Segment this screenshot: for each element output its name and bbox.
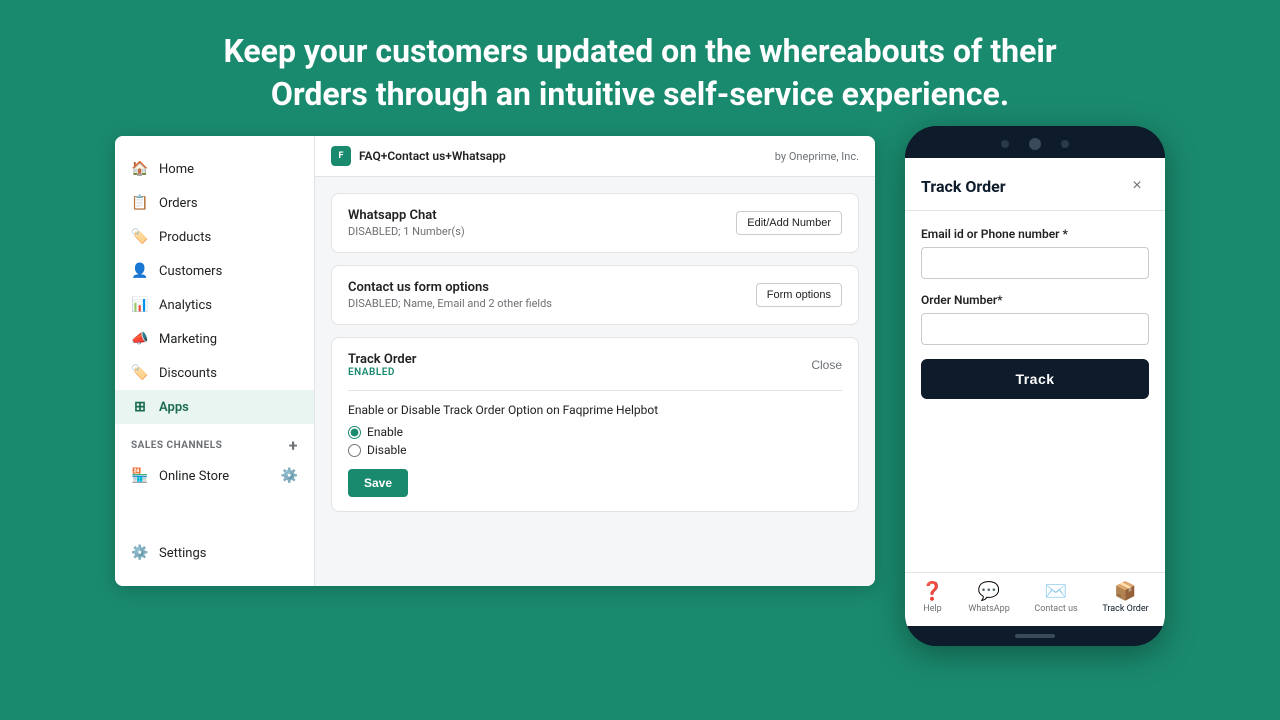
sidebar-item-discounts[interactable]: 🏷️ Discounts bbox=[115, 356, 314, 390]
app-header-bar: F FAQ+Contact us+Whatsapp by Oneprime, I… bbox=[315, 136, 875, 177]
nav-item-whatsapp[interactable]: 💬 WhatsApp bbox=[968, 581, 1009, 614]
products-icon: 🏷️ bbox=[131, 228, 149, 246]
form-options-button[interactable]: Form options bbox=[756, 283, 842, 307]
home-icon: 🏠 bbox=[131, 160, 149, 178]
sidebar-item-orders[interactable]: 📋 Orders bbox=[115, 186, 314, 220]
whatsapp-card-title: Whatsapp Chat bbox=[348, 208, 465, 223]
track-modal-close-button[interactable]: × bbox=[1125, 174, 1149, 198]
phone-camera bbox=[1029, 138, 1041, 150]
contact-card-subtitle: DISABLED; Name, Email and 2 other fields bbox=[348, 297, 552, 310]
track-enable-disable-group: Enable Disable bbox=[348, 425, 842, 457]
cards-area: Whatsapp Chat DISABLED; 1 Number(s) Edit… bbox=[315, 177, 875, 528]
home-indicator bbox=[1015, 634, 1055, 638]
sidebar-item-marketing[interactable]: 📣 Marketing bbox=[115, 322, 314, 356]
email-field-label: Email id or Phone number * bbox=[921, 227, 1149, 241]
hero-section: Keep your customers updated on the where… bbox=[0, 0, 1280, 136]
order-number-label: Order Number* bbox=[921, 293, 1149, 307]
settings-icon: ⚙️ bbox=[131, 544, 149, 562]
app-header-left: F FAQ+Contact us+Whatsapp bbox=[331, 146, 506, 166]
whatsapp-card-subtitle: DISABLED; 1 Number(s) bbox=[348, 225, 465, 238]
disable-radio[interactable] bbox=[348, 444, 361, 457]
phone-mockup: Track Order × Email id or Phone number *… bbox=[905, 126, 1165, 646]
app-logo: F bbox=[331, 146, 351, 166]
sidebar-item-home[interactable]: 🏠 Home bbox=[115, 152, 314, 186]
save-button[interactable]: Save bbox=[348, 469, 408, 497]
sidebar-item-customers[interactable]: 👤 Customers bbox=[115, 254, 314, 288]
contact-card-header: Contact us form options DISABLED; Name, … bbox=[348, 280, 842, 310]
sidebar-item-apps[interactable]: ⊞ Apps bbox=[115, 390, 314, 424]
app-author: by Oneprime, Inc. bbox=[775, 150, 859, 163]
nav-item-track[interactable]: 📦 Track Order bbox=[1102, 581, 1148, 614]
track-order-close-button[interactable]: Close bbox=[811, 358, 842, 372]
email-input[interactable] bbox=[921, 247, 1149, 279]
online-store-icon: 🏪 bbox=[131, 467, 149, 485]
phone-home-indicator-bar bbox=[905, 626, 1165, 646]
sidebar-item-products[interactable]: 🏷️ Products bbox=[115, 220, 314, 254]
track-submit-button[interactable]: Track bbox=[921, 359, 1149, 399]
order-number-input[interactable] bbox=[921, 313, 1149, 345]
add-sales-channel-icon[interactable]: + bbox=[289, 436, 298, 455]
phone-dot-right bbox=[1061, 140, 1069, 148]
track-order-card-title: Track Order bbox=[348, 352, 416, 367]
analytics-icon: 📊 bbox=[131, 296, 149, 314]
contact-label: Contact us bbox=[1034, 604, 1077, 614]
enable-label: Enable bbox=[367, 425, 403, 439]
sidebar-item-settings[interactable]: ⚙️ Settings bbox=[115, 536, 314, 570]
hero-line2: Orders through an intuitive self-service… bbox=[271, 75, 1009, 113]
sidebar-item-online-store[interactable]: 🏪 Online Store ⚙️ bbox=[115, 459, 314, 493]
whatsapp-card-header: Whatsapp Chat DISABLED; 1 Number(s) Edit… bbox=[348, 208, 842, 238]
track-icon: 📦 bbox=[1114, 581, 1136, 602]
track-modal-header: Track Order × bbox=[905, 158, 1165, 211]
disable-label: Disable bbox=[367, 443, 407, 457]
apps-icon: ⊞ bbox=[131, 398, 149, 416]
whatsapp-card: Whatsapp Chat DISABLED; 1 Number(s) Edit… bbox=[331, 193, 859, 253]
edit-add-number-button[interactable]: Edit/Add Number bbox=[736, 211, 842, 235]
track-modal-body: Email id or Phone number * Order Number*… bbox=[905, 211, 1165, 572]
contact-card: Contact us form options DISABLED; Name, … bbox=[331, 265, 859, 325]
help-label: Help bbox=[923, 604, 941, 614]
main-content: F FAQ+Contact us+Whatsapp by Oneprime, I… bbox=[315, 136, 875, 586]
customers-icon: 👤 bbox=[131, 262, 149, 280]
whatsapp-icon: 💬 bbox=[978, 581, 1000, 602]
sales-channels-label: SALES CHANNELS + bbox=[115, 424, 314, 459]
phone-top-bar bbox=[905, 126, 1165, 158]
content-area: 🏠 Home 📋 Orders 🏷️ Products 👤 Customers … bbox=[0, 136, 1280, 646]
admin-panel: 🏠 Home 📋 Orders 🏷️ Products 👤 Customers … bbox=[115, 136, 875, 586]
track-modal-title: Track Order bbox=[921, 177, 1006, 196]
online-store-settings-icon[interactable]: ⚙️ bbox=[281, 468, 298, 484]
nav-item-help[interactable]: ❓ Help bbox=[921, 581, 943, 614]
enable-radio[interactable] bbox=[348, 426, 361, 439]
track-order-card-body: Enable or Disable Track Order Option on … bbox=[348, 390, 842, 497]
track-order-status: ENABLED bbox=[348, 367, 416, 378]
help-icon: ❓ bbox=[921, 581, 943, 602]
track-order-card-header: Track Order ENABLED Close bbox=[348, 352, 842, 378]
phone-bottom-nav: ❓ Help 💬 WhatsApp ✉️ Contact us 📦 Track … bbox=[905, 572, 1165, 626]
discounts-icon: 🏷️ bbox=[131, 364, 149, 382]
disable-radio-label[interactable]: Disable bbox=[348, 443, 842, 457]
sidebar: 🏠 Home 📋 Orders 🏷️ Products 👤 Customers … bbox=[115, 136, 315, 586]
hero-line1: Keep your customers updated on the where… bbox=[223, 32, 1056, 70]
track-option-description: Enable or Disable Track Order Option on … bbox=[348, 403, 842, 417]
contact-icon: ✉️ bbox=[1045, 581, 1067, 602]
app-name: FAQ+Contact us+Whatsapp bbox=[359, 149, 506, 163]
sidebar-item-analytics[interactable]: 📊 Analytics bbox=[115, 288, 314, 322]
track-order-card: Track Order ENABLED Close Enable or Disa… bbox=[331, 337, 859, 512]
phone-screen: Track Order × Email id or Phone number *… bbox=[905, 158, 1165, 626]
enable-radio-label[interactable]: Enable bbox=[348, 425, 842, 439]
nav-item-contact[interactable]: ✉️ Contact us bbox=[1034, 581, 1077, 614]
whatsapp-label: WhatsApp bbox=[968, 604, 1009, 614]
contact-card-title: Contact us form options bbox=[348, 280, 552, 295]
phone-dot-left bbox=[1001, 140, 1009, 148]
orders-icon: 📋 bbox=[131, 194, 149, 212]
marketing-icon: 📣 bbox=[131, 330, 149, 348]
track-label: Track Order bbox=[1102, 604, 1148, 614]
